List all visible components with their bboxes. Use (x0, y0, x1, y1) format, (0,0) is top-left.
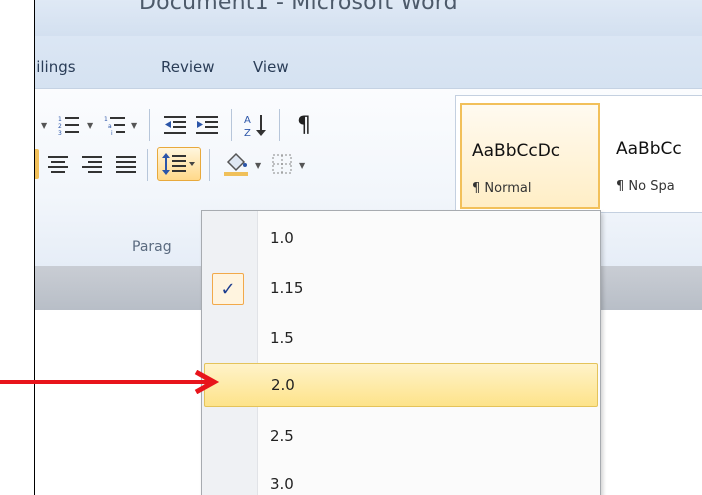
ribbon-divider (279, 109, 280, 141)
line-spacing-option[interactable]: 1.0 (204, 217, 598, 261)
ribbon-divider (149, 109, 150, 141)
window-title: Document1 - Microsoft Word (139, 0, 458, 15)
style-no-spacing[interactable]: AaBbCc ¶ No Spa (606, 103, 702, 209)
option-label: 1.0 (270, 229, 294, 247)
paragraph-group-label: Parag (132, 239, 172, 255)
line-spacing-option[interactable]: 2.5 (204, 415, 598, 459)
ribbon-divider (147, 149, 148, 181)
multilevel-list-icon[interactable]: 1 a i (101, 111, 129, 139)
ribbon-divider (231, 109, 232, 141)
numbering-icon[interactable]: 1 2 3 (55, 111, 83, 139)
bullets-dropdown-icon[interactable]: ▼ (41, 121, 47, 130)
style-normal[interactable]: AaBbCcDc ¶ Normal (460, 103, 600, 209)
svg-text:i: i (111, 130, 113, 136)
option-label: 2.5 (270, 427, 294, 445)
align-center-icon[interactable] (45, 151, 71, 179)
tab-mailings[interactable]: ailings (35, 58, 76, 76)
tab-review[interactable]: Review (161, 58, 215, 76)
line-spacing-option[interactable]: 3.0 (204, 463, 598, 495)
line-spacing-option[interactable]: 1.5 (204, 317, 598, 361)
style-name: ¶ No Spa (616, 179, 675, 194)
align-right-icon[interactable] (79, 151, 105, 179)
align-left-icon[interactable] (35, 149, 39, 179)
style-sample: AaBbCcDc (472, 141, 561, 161)
style-name: ¶ Normal (472, 181, 532, 196)
sort-icon[interactable]: A Z (241, 109, 271, 141)
option-label: 2.0 (271, 376, 295, 394)
borders-dropdown-icon[interactable]: ▼ (299, 161, 305, 170)
numbering-dropdown-icon[interactable]: ▼ (87, 121, 93, 130)
red-arrow-icon (0, 370, 220, 394)
title-bar: Document1 - Microsoft Word (35, 0, 702, 36)
multilevel-dropdown-icon[interactable]: ▼ (131, 121, 137, 130)
decrease-indent-icon[interactable] (161, 111, 189, 139)
svg-text:Z: Z (244, 128, 251, 138)
borders-icon[interactable] (269, 151, 295, 177)
svg-text:2: 2 (58, 123, 62, 130)
ribbon-tabs: ailings Review View (35, 36, 702, 88)
line-spacing-menu: 1.0 ✓ 1.15 1.5 2.0 2.5 3.0 (201, 210, 601, 495)
line-spacing-icon (162, 153, 195, 175)
svg-text:3: 3 (58, 130, 62, 136)
style-sample: AaBbCc (616, 139, 682, 159)
tab-view[interactable]: View (253, 58, 289, 76)
justify-icon[interactable] (113, 151, 139, 179)
increase-indent-icon[interactable] (193, 111, 221, 139)
svg-text:1: 1 (104, 116, 108, 123)
styles-gallery: AaBbCcDc ¶ Normal AaBbCc ¶ No Spa (455, 95, 702, 213)
checkmark-icon: ✓ (212, 273, 244, 305)
line-spacing-option[interactable]: ✓ 1.15 (204, 267, 598, 311)
line-spacing-button[interactable] (157, 147, 201, 181)
word-window: Document1 - Microsoft Word ailings Revie… (34, 0, 702, 495)
svg-text:1: 1 (58, 116, 62, 123)
shading-dropdown-icon[interactable]: ▼ (255, 161, 261, 170)
svg-text:A: A (244, 115, 251, 126)
ribbon-divider (209, 149, 210, 181)
shading-icon[interactable] (221, 149, 251, 179)
line-spacing-option-highlighted[interactable]: 2.0 (204, 363, 598, 407)
option-label: 3.0 (270, 475, 294, 493)
svg-text:a: a (108, 123, 112, 130)
show-formatting-icon[interactable]: ¶ (291, 109, 317, 141)
option-label: 1.15 (270, 279, 304, 297)
option-label: 1.5 (270, 329, 294, 347)
